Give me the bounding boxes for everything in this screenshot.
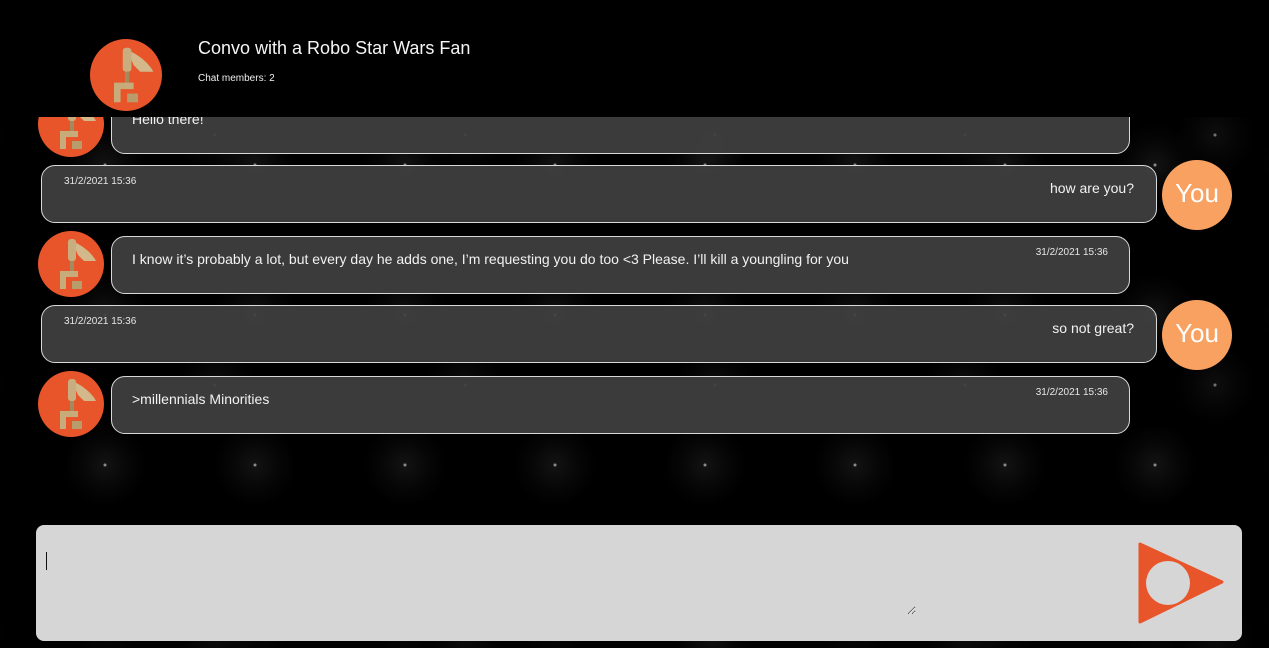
battle-droid-icon <box>90 39 162 111</box>
send-button[interactable] <box>1138 542 1226 624</box>
chat-header: Convo with a Robo Star Wars Fan Chat mem… <box>0 0 1269 117</box>
message-time: 31/2/2021 15:36 <box>1035 387 1108 398</box>
message-time: 31/2/2021 15:36 <box>1035 247 1108 258</box>
message-text: I know it’s probably a lot, but every da… <box>132 251 849 267</box>
message-time: 31/2/2021 15:36 <box>64 176 137 187</box>
message-bubble: >millennials Minorities 31/2/2021 15:36 <box>111 376 1130 434</box>
message-row: 31/2/2021 15:36 so not great? You <box>0 300 1269 370</box>
chat-members-count: Chat members: 2 <box>198 73 275 84</box>
text-caret <box>46 552 47 570</box>
battle-droid-icon <box>38 371 104 437</box>
message-text: >millennials Minorities <box>132 391 270 407</box>
message-bubble: I know it’s probably a lot, but every da… <box>111 236 1130 294</box>
message-row: 31/2/2021 15:36 how are you? You <box>0 160 1269 230</box>
message-text: how are you? <box>1049 180 1134 196</box>
message-input[interactable] <box>44 545 916 615</box>
message-row: >millennials Minorities 31/2/2021 15:36 <box>0 371 1269 438</box>
user-avatar: You <box>1162 160 1232 230</box>
message-row: I know it’s probably a lot, but every da… <box>0 231 1269 298</box>
message-bubble: 31/2/2021 15:36 how are you? <box>41 165 1157 223</box>
battle-droid-icon <box>38 231 104 297</box>
message-bubble: 31/2/2021 15:36 so not great? <box>41 305 1157 363</box>
page-title: Convo with a Robo Star Wars Fan <box>198 38 471 58</box>
chat-window: Hello there! 31/2/2021 15:36 how are you… <box>0 0 1269 648</box>
send-arrow-icon <box>1138 542 1224 624</box>
message-time: 31/2/2021 15:36 <box>64 316 137 327</box>
message-composer <box>36 525 1242 641</box>
message-text: so not great? <box>1052 320 1134 336</box>
user-avatar: You <box>1162 300 1232 370</box>
